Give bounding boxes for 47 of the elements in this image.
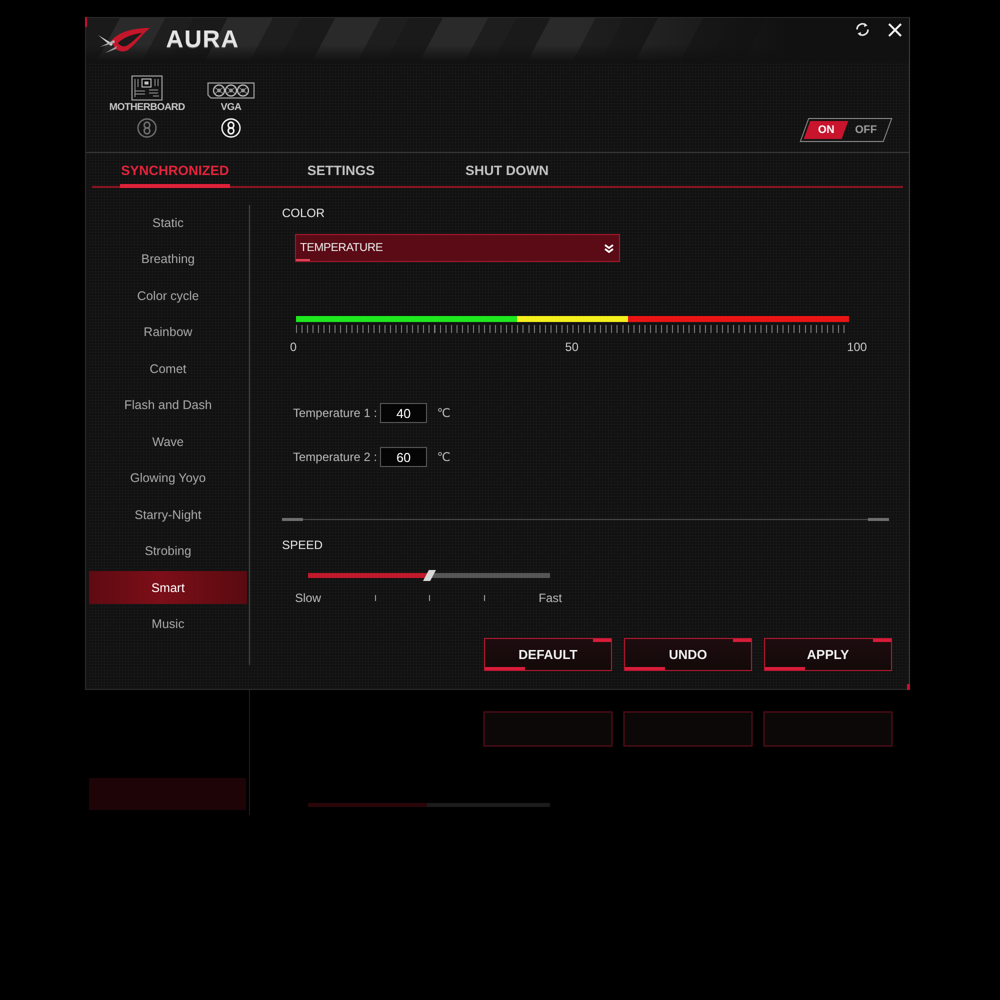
action-button[interactable]: APPLY [764,638,892,671]
effect-item[interactable]: Comet [89,352,247,385]
speed-slider[interactable] [308,570,550,581]
unit-label: ℃ [437,406,451,420]
power-option[interactable]: ON [804,121,848,139]
tab[interactable]: SYNCHRONIZED [120,153,230,188]
tab[interactable]: SETTINGS [306,153,376,188]
effect-item[interactable]: Smart [89,571,247,604]
scale-label: 50 [565,341,578,354]
effect-item[interactable]: Music [89,608,247,640]
logo-icon [97,26,151,54]
scale-label: Fast [538,591,562,605]
field-label: Temperature 1 : [293,406,378,420]
tick-mark [429,595,430,601]
scale-label: 0 [290,341,297,354]
section-label: SPEED [282,538,323,552]
refresh-icon[interactable] [855,22,870,37]
temperature-input[interactable]: 40 [380,403,428,423]
app-title: AURA [166,27,240,53]
action-button[interactable]: UNDO [624,638,752,671]
action-button[interactable]: DEFAULT [484,638,612,671]
effect-item[interactable]: Glowing Yoyo [89,462,247,494]
color-mode-dropdown[interactable]: TEMPERATURE [295,234,620,262]
section-label: COLOR [282,206,325,220]
effect-item[interactable]: Rainbow [89,316,247,348]
tick-mark [374,595,376,601]
unit-label: ℃ [437,450,451,464]
tick-mark [484,595,485,601]
temperature-input[interactable]: 60 [380,447,428,467]
effect-item[interactable]: Starry-Night [89,498,247,531]
device-label: MOTHERBOARD [109,102,185,114]
scale-label: 100 [846,341,867,354]
device-label: VGA [220,102,242,114]
effect-item[interactable]: Breathing [89,242,247,276]
close-icon[interactable] [888,22,902,36]
effect-item[interactable]: Flash and Dash [89,388,247,422]
slider-thumb[interactable] [423,570,436,581]
chevron-down-icon [604,244,614,252]
scale-label: Slow [295,591,322,605]
graphics-card-icon [207,81,255,101]
motherboard-icon [131,75,163,101]
effect-item[interactable]: Static [89,206,247,239]
field-label: Temperature 2 : [293,450,378,464]
effect-item[interactable]: Color cycle [89,279,247,312]
effect-item[interactable]: Strobing [89,534,247,568]
tab[interactable]: SHUT DOWN [464,153,550,188]
effect-item[interactable]: Wave [89,425,247,458]
